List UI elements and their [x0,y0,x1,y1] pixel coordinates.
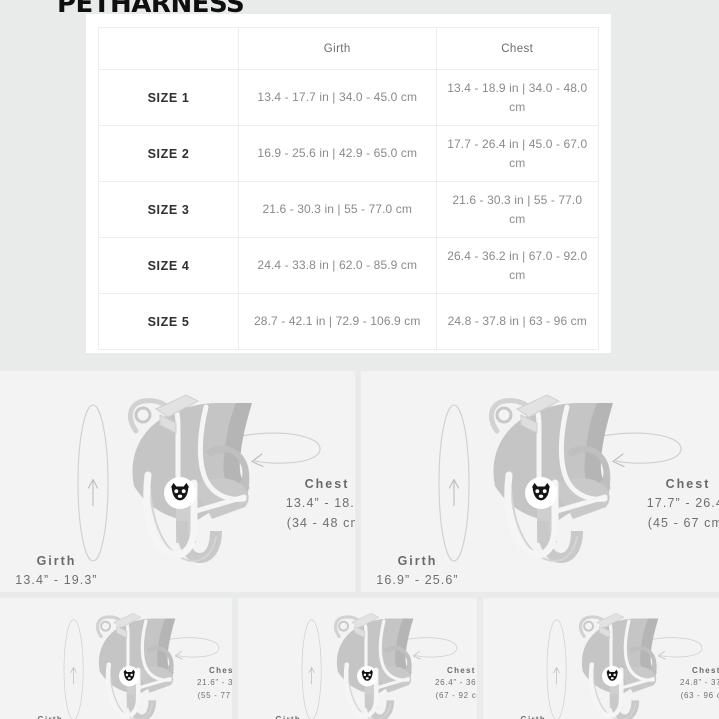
chest-label-cm: (55 - 77 cm) [197,690,232,700]
cell-chest: 17.7 - 26.4 in | 45.0 - 67.0 cm [435,125,599,182]
table-body: SIZE 1 13.4 - 17.7 in | 34.0 - 45.0 cm 1… [98,69,599,350]
chest-label-title: Chest [665,477,711,491]
chest-label-title: Chest [304,477,350,491]
cell-girth: 24.4 - 33.8 in | 62.0 - 85.9 cm [238,237,437,294]
size-chart-card: Girth Chest SIZE 1 13.4 - 17.7 in | 34.0… [86,14,611,353]
diagram-panel-size-2: Chest 17.7” - 26.4” (45 - 67 cm) Girth 1… [361,371,719,592]
chest-measurement-label: Chest 24.8” - 37.8” (63 - 96 cm) [658,665,719,702]
girth-measurement-label: Girth 13.4” - 19.3” [0,552,113,591]
diagram-panel-size-1: Chest 13.4” - 18.9” (34 - 48 cm) Girth 1… [0,371,355,592]
girth-label-title: Girth [497,714,569,719]
chest-arrowhead [612,453,625,468]
harness-diagram: Chest 21.6” - 30.3” (55 - 77 cm) Girth 2… [14,598,232,719]
girth-label-inches: 13.4” - 19.3” [15,573,98,588]
cell-chest: 21.6 - 30.3 in | 55 - 77.0 cm [435,181,599,238]
diagram-panel-size-3: Chest 21.6” - 30.3” (55 - 77 cm) Girth 2… [0,598,232,719]
chest-label-cm: (45 - 67 cm) [647,515,719,530]
table-row: SIZE 3 21.6 - 30.3 in | 55 - 77.0 cm 21.… [98,181,599,238]
cell-girth: 16.9 - 25.6 in | 42.9 - 65.0 cm [238,125,437,182]
chest-label-inches: 24.8” - 37.8” [679,678,719,688]
harness-diagram: Chest 26.4” - 36.2” (67 - 92 cm) Girth 2… [252,598,477,719]
chest-measurement-label: Chest 17.7” - 26.4” (45 - 67 cm) [613,475,719,533]
d-ring-icon [134,406,152,424]
cell-size: SIZE 4 [98,237,239,294]
chest-label-inches: 13.4” - 18.9” [285,496,355,511]
column-header-chest: Chest [435,27,599,70]
girth-measurement-label: Girth 21.6” - 30.3” [14,714,86,719]
girth-measurement-label: Girth 16.9” - 25.6” [361,552,474,591]
chest-measurement-label: Chest 21.6” - 30.3” (55 - 77 cm) [175,665,232,702]
chest-arrowhead [412,650,421,660]
harness-diagram: Chest 24.8” - 37.8” (63 - 96 cm) Girth 2… [497,598,719,719]
chest-arrowhead [251,453,264,468]
chest-measurement-label: Chest 26.4” - 36.2” (67 - 92 cm) [413,665,477,702]
harness-diagram: Chest 17.7” - 26.4” (45 - 67 cm) Girth 1… [361,371,719,592]
column-header-girth: Girth [238,27,437,70]
girth-label-title: Girth [36,554,77,568]
table-row: SIZE 1 13.4 - 17.7 in | 34.0 - 45.0 cm 1… [98,69,599,126]
chest-label-cm: (63 - 96 cm) [680,690,719,700]
girth-label-title: Girth [252,714,324,719]
chest-label-inches: 26.4” - 36.2” [434,678,477,688]
cell-chest: 26.4 - 36.2 in | 67.0 - 92.0 cm [435,237,599,294]
chest-measurement-label: Chest 13.4” - 18.9” (34 - 48 cm) [252,475,355,533]
cell-size: SIZE 1 [98,69,239,126]
diagram-panel-size-4: Chest 26.4” - 36.2” (67 - 92 cm) Girth 2… [238,598,477,719]
cell-girth: 28.7 - 42.1 in | 72.9 - 106.9 cm [238,293,437,350]
d-ring-icon [583,620,595,632]
girth-measurement-label: Girth 28.7” - 42.1” [497,714,569,719]
table-row: SIZE 5 28.7 - 42.1 in | 72.9 - 106.9 cm … [98,293,599,350]
d-ring-icon [338,620,350,632]
chest-arrowhead [174,650,183,660]
cell-chest: 13.4 - 18.9 in | 34.0 - 48.0 cm [435,69,599,126]
girth-label-title: Girth [397,554,438,568]
table-row: SIZE 4 24.4 - 33.8 in | 62.0 - 85.9 cm 2… [98,237,599,294]
column-header-size [98,27,239,70]
table-header: Girth Chest [98,27,599,70]
cell-chest: 24.8 - 37.8 in | 63 - 96 cm [435,293,599,350]
d-ring-icon [100,620,112,632]
chest-label-title: Chest [447,665,476,675]
girth-label-inches: 16.9” - 25.6” [376,573,459,588]
chest-label-title: Chest [209,665,232,675]
chest-label-cm: (34 - 48 cm) [286,515,355,530]
chest-label-inches: 17.7” - 26.4” [646,496,719,511]
table-header-row: Girth Chest [98,27,599,70]
size-chart-table: Girth Chest SIZE 1 13.4 - 17.7 in | 34.0… [98,27,599,350]
cell-girth: 21.6 - 30.3 in | 55 - 77.0 cm [238,181,437,238]
girth-measurement-label: Girth 24.4” - 33.8” [252,714,324,719]
diagram-panel-size-5: Chest 24.8” - 37.8” (63 - 96 cm) Girth 2… [483,598,719,719]
chest-label-cm: (67 - 92 cm) [435,690,477,700]
table-row: SIZE 2 16.9 - 25.6 in | 42.9 - 65.0 cm 1… [98,125,599,182]
cell-size: SIZE 3 [98,181,239,238]
chest-arrowhead [657,650,666,660]
cell-size: SIZE 5 [98,293,239,350]
harness-diagram: Chest 13.4” - 18.9” (34 - 48 cm) Girth 1… [0,371,355,592]
chest-label-title: Chest [692,665,719,675]
cell-size: SIZE 2 [98,125,239,182]
cell-girth: 13.4 - 17.7 in | 34.0 - 45.0 cm [238,69,437,126]
d-ring-icon [495,406,513,424]
girth-label-title: Girth [14,714,86,719]
chest-label-inches: 21.6” - 30.3” [196,678,232,688]
